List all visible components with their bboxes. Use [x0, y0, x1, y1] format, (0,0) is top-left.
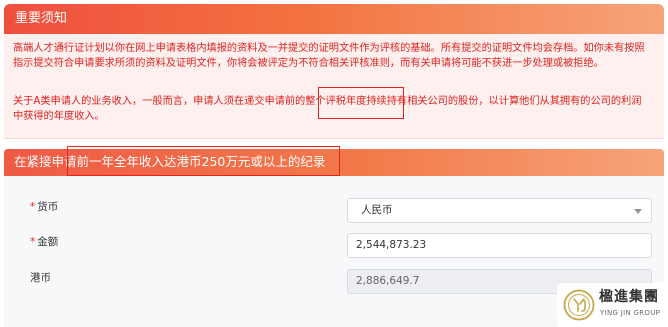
- currency-label-text: 货币: [37, 201, 59, 213]
- notice-paragraph-1: 高端人才通行证计划以你在网上申请表格内填报的资料及一并提交的证明文件作为评核的基…: [13, 43, 645, 69]
- notice-title: 重要须知: [15, 11, 68, 26]
- income-section-header: 在紧接申请前一年全年收入达港币250万元或以上的纪录: [4, 149, 664, 176]
- currency-select-value: 人民币: [361, 204, 393, 216]
- amount-input[interactable]: 2,544,873.23: [347, 233, 652, 258]
- required-marker: *: [30, 236, 36, 248]
- hkd-label-text: 港币: [30, 272, 51, 284]
- notice-body: 高端人才通行证计划以你在网上申请表格内填报的资料及一并提交的证明文件作为评核的基…: [4, 34, 664, 139]
- currency-label: * 货币: [30, 200, 58, 214]
- watermark-name-en: YING JIN GROUP: [600, 309, 661, 317]
- notice-header: 重要须知: [4, 4, 664, 34]
- watermark-name-cn: 楹進集團: [599, 289, 659, 305]
- notice-paragraph-2: 关于A类申请人的业务收入，一般而言，申请人须在递交申请前的整个评税年度持续持有相…: [13, 96, 642, 122]
- company-watermark: 楹進集團 YING JIN GROUP: [557, 283, 668, 327]
- amount-input-value: 2,544,873.23: [356, 239, 427, 251]
- amount-label: * 金额: [30, 235, 58, 249]
- hkd-field-value: 2,886,649.7: [356, 275, 420, 287]
- hkd-label: 港币: [30, 271, 51, 285]
- chevron-down-icon[interactable]: [634, 209, 642, 214]
- amount-label-text: 金额: [37, 236, 59, 248]
- currency-select[interactable]: 人民币: [347, 198, 652, 223]
- income-section-title: 在紧接申请前一年全年收入达港币250万元或以上的纪录: [14, 154, 326, 169]
- yj-logo-icon: [563, 289, 595, 321]
- required-marker: *: [30, 201, 36, 213]
